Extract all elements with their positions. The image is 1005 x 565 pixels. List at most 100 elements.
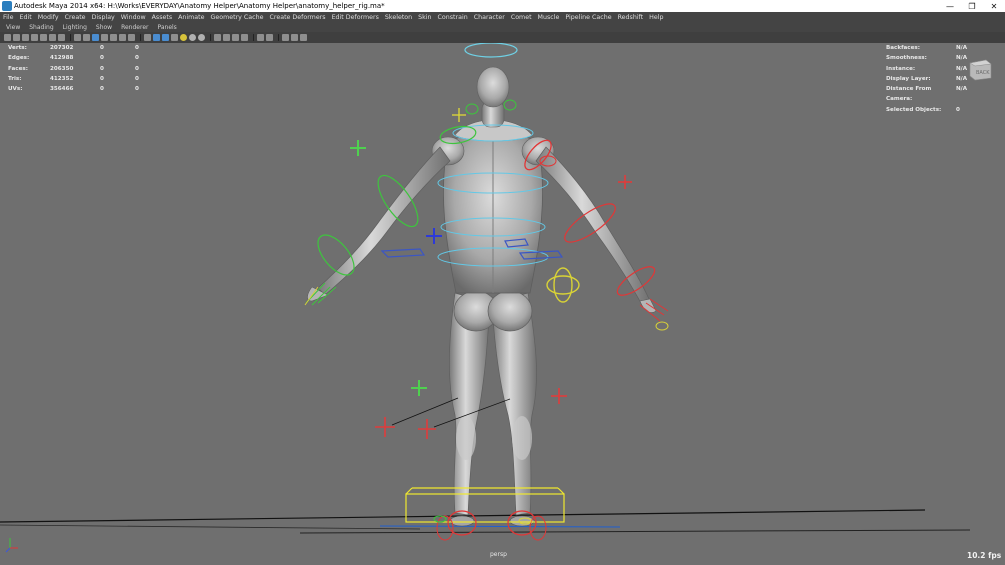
view-cube[interactable]: BACK: [966, 57, 992, 81]
menu-pipeline-cache[interactable]: Pipeline Cache: [565, 14, 611, 21]
anatomy-figure-mesh[interactable]: [307, 66, 657, 527]
hud-row-tris: Tris: 412352 0 0: [8, 74, 139, 84]
select-camera-icon[interactable]: [4, 34, 11, 41]
smooth-shade-icon[interactable]: [119, 34, 126, 41]
menu-file[interactable]: File: [3, 14, 14, 21]
high-quality-icon[interactable]: [232, 34, 239, 41]
safe-title-icon[interactable]: [101, 34, 108, 41]
menu-help[interactable]: Help: [649, 14, 663, 21]
hud-row-selected-objects: Selected Objects: 0: [886, 105, 967, 115]
hud-value: 207302: [50, 45, 74, 51]
select-tool-icon[interactable]: [300, 34, 307, 41]
scene-canvas[interactable]: [0, 43, 1005, 565]
menu-modify[interactable]: Modify: [38, 14, 59, 21]
cog-left-arrow[interactable]: [380, 248, 426, 258]
blue-cross-controller[interactable]: [426, 228, 442, 244]
panel-menu-panels[interactable]: Panels: [157, 24, 176, 31]
hud-label: Backfaces:: [886, 45, 920, 51]
green-cross-controller-knee[interactable]: [411, 380, 427, 396]
two-d-pan-zoom-icon[interactable]: [266, 34, 273, 41]
yellow-flower-controller[interactable]: [546, 267, 580, 303]
red-cross-controller-left-foot[interactable]: [375, 417, 395, 437]
menu-geometry-cache[interactable]: Geometry Cache: [211, 14, 264, 21]
hud-row-smoothness: Smoothness: N/A: [886, 53, 967, 63]
panel-menu-view[interactable]: View: [6, 24, 20, 31]
menu-skeleton[interactable]: Skeleton: [385, 14, 412, 21]
hud-label: Edges:: [8, 55, 30, 62]
menu-constrain[interactable]: Constrain: [438, 14, 468, 21]
hud-value: 0: [100, 45, 104, 51]
perspective-viewport[interactable]: Verts: 207302 0 0 Edges: 412988 0 0 Face…: [0, 43, 1005, 565]
restore-button[interactable]: ❐: [961, 0, 983, 12]
toolbar-separator: [70, 34, 71, 41]
image-plane-icon[interactable]: [31, 34, 38, 41]
menu-muscle[interactable]: Muscle: [538, 14, 560, 21]
menu-create[interactable]: Create: [65, 14, 86, 21]
hud-value: N/A: [956, 86, 968, 93]
menu-redshift[interactable]: Redshift: [618, 14, 644, 21]
wireframe-on-shaded-icon[interactable]: [144, 34, 151, 41]
gate-mask-icon[interactable]: [74, 34, 81, 41]
yellow-cross-controller[interactable]: [452, 108, 466, 122]
display-layer-icon[interactable]: [291, 34, 298, 41]
panel-menu-renderer[interactable]: Renderer: [121, 24, 148, 31]
main-menu-bar: File Edit Modify Create Display Window A…: [0, 12, 1005, 22]
hud-value: 412352: [50, 75, 74, 82]
field-chart-icon[interactable]: [83, 34, 90, 41]
fps-counter: 10.2 fps: [967, 551, 1002, 560]
xray-icon[interactable]: [153, 34, 160, 41]
wireframe-icon[interactable]: [110, 34, 117, 41]
hud-value: N/A: [956, 45, 968, 51]
hud-row-verts: Verts: 207302 0 0: [8, 43, 139, 53]
menu-edit-deformers[interactable]: Edit Deformers: [332, 14, 379, 21]
close-button[interactable]: ✕: [983, 0, 1005, 12]
menu-display[interactable]: Display: [92, 14, 115, 21]
film-gate-icon[interactable]: [49, 34, 56, 41]
title-bar: Autodesk Maya 2014 x64: H:\Works\EVERYDA…: [0, 0, 1005, 12]
isolate-select-icon[interactable]: [214, 34, 221, 41]
red-cross-controller-mid-foot[interactable]: [418, 419, 436, 439]
hud-label: UVs:: [8, 86, 23, 93]
xray-joints-icon[interactable]: [162, 34, 169, 41]
menu-assets[interactable]: Assets: [152, 14, 173, 21]
menu-animate[interactable]: Animate: [178, 14, 204, 21]
green-cross-controller-upper[interactable]: [350, 140, 366, 156]
camera-attributes-icon[interactable]: [13, 34, 20, 41]
red-cross-controller-upper[interactable]: [618, 175, 632, 189]
menu-character[interactable]: Character: [474, 14, 505, 21]
hud-row-distance: Distance From Camera: N/A: [886, 84, 967, 105]
hud-label: Selected Objects:: [886, 106, 942, 113]
panel-toolbar: [0, 32, 1005, 43]
hud-label: Tris:: [8, 75, 22, 82]
panel-menu-show[interactable]: Show: [96, 24, 112, 31]
menu-create-deformers[interactable]: Create Deformers: [269, 14, 325, 21]
red-cross-controller-knee[interactable]: [551, 388, 567, 404]
textured-icon[interactable]: [128, 34, 135, 41]
backface-culling-icon[interactable]: [171, 34, 178, 41]
hud-toggle-icon[interactable]: [223, 34, 230, 41]
multisample-icon[interactable]: [241, 34, 248, 41]
panel-menu-bar: View Shading Lighting Show Renderer Pane…: [0, 22, 1005, 32]
hud-row-edges: Edges: 412988 0 0: [8, 53, 139, 63]
bookmark-icon[interactable]: [22, 34, 29, 41]
ambient-occlusion-icon[interactable]: [198, 34, 205, 41]
menu-edit[interactable]: Edit: [20, 14, 32, 21]
hud-row-display-layer: Display Layer: N/A: [886, 74, 967, 84]
menu-window[interactable]: Window: [121, 14, 146, 21]
panel-menu-lighting[interactable]: Lighting: [63, 24, 87, 31]
menu-skin[interactable]: Skin: [418, 14, 431, 21]
grid-icon[interactable]: [40, 34, 47, 41]
shadows-icon[interactable]: [189, 34, 196, 41]
safe-action-icon[interactable]: [92, 34, 99, 41]
hud-value: 356466: [50, 86, 74, 93]
use-all-lights-icon[interactable]: [180, 34, 187, 41]
hud-value: 206350: [50, 65, 74, 72]
head-top-controller[interactable]: [464, 43, 518, 58]
menu-comet[interactable]: Comet: [511, 14, 532, 21]
frame-selection-icon[interactable]: [257, 34, 264, 41]
minimize-button[interactable]: —: [939, 0, 961, 12]
hud-value: 0: [100, 86, 104, 93]
panel-menu-shading[interactable]: Shading: [29, 24, 53, 31]
layout-icon[interactable]: [282, 34, 289, 41]
resolution-gate-icon[interactable]: [58, 34, 65, 41]
